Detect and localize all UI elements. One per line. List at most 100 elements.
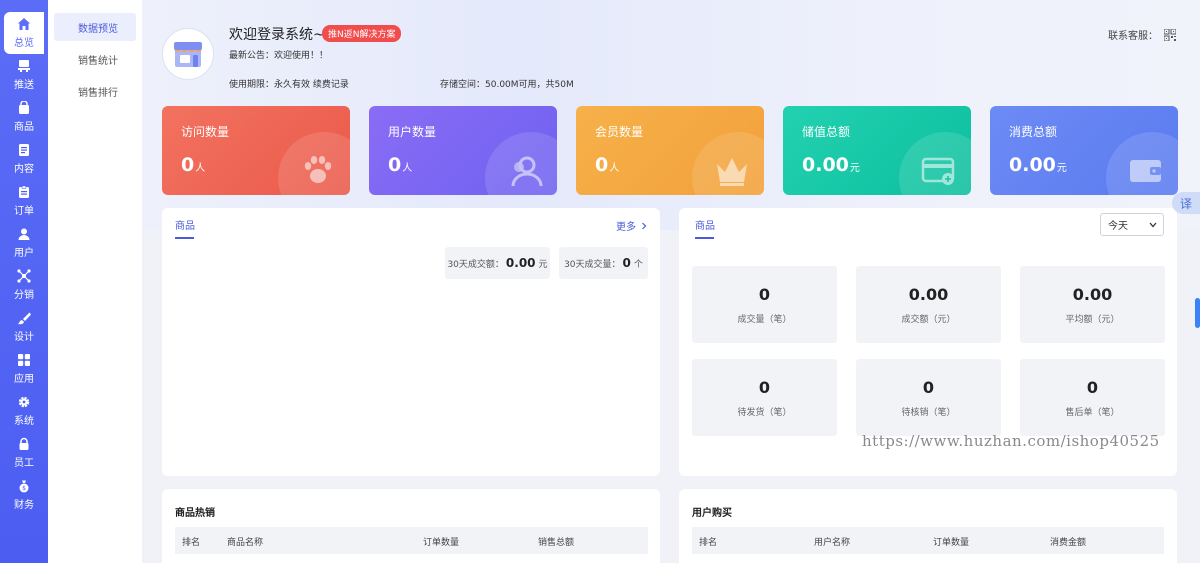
- goods-tab[interactable]: 商品: [175, 217, 195, 232]
- goods-tab-underline: [175, 237, 194, 239]
- main-nav-rail: 总览推送商品内容订单用户分销设计应用系统员工 $ 财务: [0, 0, 48, 563]
- translate-button[interactable]: 译: [1172, 192, 1200, 214]
- amount-summary: 30天成交额： 0.00 元: [445, 247, 550, 279]
- user-purchase-panel: 用户购买 排名 用户名称 订单数量 消费金额: [679, 489, 1177, 563]
- home-icon: [18, 18, 30, 30]
- order-stat-caption: 成交额（元）: [901, 315, 956, 325]
- order-tab-underline: [695, 237, 714, 239]
- nav-item-3[interactable]: 内容: [0, 138, 48, 180]
- customer-service-label: 联系客服：: [1108, 31, 1158, 42]
- nav-item-label: 推送: [14, 80, 34, 91]
- brush-icon: [18, 312, 31, 325]
- stat-card-value: 0.00元: [1009, 154, 1067, 176]
- stat-card[interactable]: 会员数量 0人: [576, 106, 764, 195]
- column-header: 订单数量: [423, 538, 460, 548]
- order-stat-value: 0.00: [1072, 285, 1113, 304]
- nav-item-8[interactable]: 应用: [0, 348, 48, 390]
- amount-unit: 元: [538, 259, 548, 270]
- shop-avatar: [162, 28, 214, 80]
- date-range-value: 今天: [1108, 221, 1128, 232]
- volume-summary: 30天成交量： 0 个: [559, 247, 648, 279]
- customer-service[interactable]: 联系客服：: [1108, 27, 1176, 42]
- stat-card[interactable]: 消费总额 0.00元: [990, 106, 1178, 195]
- nav-item-2[interactable]: 商品: [0, 96, 48, 138]
- main-content: 欢迎登录系统~ 推N返N解决方案 最新公告：欢迎使用！！ 使用期限：永久有效 续…: [142, 0, 1200, 563]
- order-stat-box: 0.00 成交额（元）: [856, 266, 1001, 343]
- nav-item-label: 用户: [14, 248, 34, 259]
- stat-card-label: 储值总额: [802, 125, 851, 139]
- nav-item-label: 应用: [14, 374, 34, 385]
- stat-card-unit: 元: [849, 163, 860, 174]
- stat-card[interactable]: 用户数量 0人: [369, 106, 557, 195]
- volume-value: 0: [622, 256, 631, 270]
- column-header: 排名: [182, 538, 201, 548]
- sub-menu-item-1[interactable]: 销售统计: [54, 45, 136, 73]
- gear-icon: [18, 396, 30, 408]
- nav-item-10[interactable]: 员工: [0, 432, 48, 474]
- stat-card-unit: 元: [1056, 163, 1067, 174]
- stat-card[interactable]: 储值总额 0.00元: [783, 106, 971, 195]
- nav-item-7[interactable]: 设计: [0, 306, 48, 348]
- order-stat-box: 0 售后单（笔）: [1020, 359, 1165, 436]
- nav-item-4[interactable]: 订单: [0, 180, 48, 222]
- qr-code-icon[interactable]: [1164, 28, 1176, 41]
- column-header: 消费金额: [1050, 538, 1087, 548]
- stat-card-unit: 人: [195, 163, 206, 174]
- amount-value: 0.00: [505, 256, 536, 270]
- users-icon: [511, 156, 543, 187]
- order-stat-caption: 待核销（笔）: [901, 408, 956, 418]
- latest-notice: 最新公告：欢迎使用！！: [229, 51, 329, 61]
- order-stat-box: 0 成交量（笔）: [692, 266, 837, 343]
- nav-item-1[interactable]: 推送: [0, 54, 48, 96]
- nav-item-label: 内容: [14, 164, 34, 175]
- date-range-select[interactable]: 今天: [1100, 213, 1164, 236]
- sub-menu-item-0[interactable]: 数据预览: [54, 13, 136, 41]
- order-tab[interactable]: 商品: [695, 217, 715, 232]
- push-icon: [18, 60, 30, 72]
- sub-menu-item-2[interactable]: 销售排行: [54, 77, 136, 105]
- scrollbar-thumb[interactable]: [1195, 298, 1200, 328]
- usage-period[interactable]: 使用期限：永久有效 续费记录: [229, 77, 349, 90]
- column-header: 排名: [699, 538, 718, 548]
- nav-item-9[interactable]: 系统: [0, 390, 48, 432]
- money-bag-icon: $: [19, 480, 29, 493]
- volume-unit: 个: [633, 259, 643, 270]
- nav-item-label: 商品: [14, 122, 34, 133]
- nav-item-11[interactable]: $ 财务: [0, 474, 48, 516]
- stat-cards: 访问数量 0人 用户数量 0人 会员数量 0人 储值总额 0.00元 消费总额 0.00元: [162, 106, 1178, 195]
- user-purchase-table-header: 排名 用户名称 订单数量 消费金额: [692, 527, 1164, 554]
- stat-card-value: 0人: [388, 154, 412, 176]
- stat-card-unit: 人: [402, 163, 413, 174]
- more-link[interactable]: 更多: [616, 218, 648, 233]
- hot-goods-title: 商品热销: [175, 508, 215, 519]
- chevron-down-icon: [1149, 222, 1157, 228]
- stat-card-value: 0人: [181, 154, 205, 176]
- stat-card-label: 访问数量: [181, 125, 230, 139]
- order-stat-value: 0: [758, 285, 771, 304]
- crown-icon: [717, 158, 747, 186]
- order-stat-box: 0.00 平均额（元）: [1020, 266, 1165, 343]
- paw-icon: [304, 156, 332, 183]
- stat-card[interactable]: 访问数量 0人: [162, 106, 350, 195]
- sub-menu: 数据预览销售统计销售排行: [48, 0, 142, 563]
- order-stat-value: 0.00: [908, 285, 949, 304]
- hot-goods-panel: 商品热销 排名 商品名称 订单数量 销售总额: [162, 489, 660, 563]
- solution-badge[interactable]: 推N返N解决方案: [322, 25, 402, 42]
- amount-label: 30天成交额：: [447, 259, 504, 270]
- order-stat-value: 0: [1086, 378, 1099, 397]
- column-header: 订单数量: [933, 538, 970, 548]
- nav-item-0[interactable]: 总览: [4, 12, 44, 54]
- nav-item-label: 分销: [14, 290, 34, 301]
- stat-card-label: 用户数量: [388, 125, 437, 139]
- order-stat-box: 0 待核销（笔）: [856, 359, 1001, 436]
- nav-item-6[interactable]: 分销: [0, 264, 48, 306]
- column-header: 销售总额: [538, 538, 575, 548]
- wallet-icon: [1130, 160, 1161, 182]
- stat-card-unit: 人: [609, 163, 620, 174]
- nav-item-label: 系统: [14, 416, 34, 427]
- column-header: 商品名称: [227, 538, 264, 548]
- nav-item-5[interactable]: 用户: [0, 222, 48, 264]
- more-label: 更多: [616, 222, 636, 233]
- column-header: 用户名称: [814, 538, 851, 548]
- card-icon: [921, 157, 955, 185]
